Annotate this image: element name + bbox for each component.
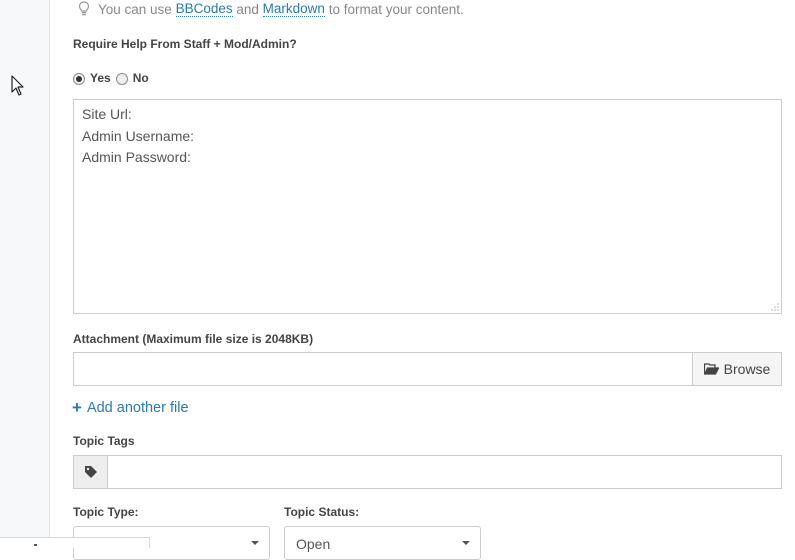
topic-status-value: Open xyxy=(296,536,331,552)
hint-prefix: You can use xyxy=(98,1,176,17)
hint-middle: and xyxy=(232,1,263,17)
add-another-file-link[interactable]: + Add another file xyxy=(72,399,189,416)
resize-grip-icon[interactable] xyxy=(771,303,779,311)
require-help-label: Require Help From Staff + Mod/Admin? xyxy=(73,37,297,51)
content-textarea[interactable]: Site Url: Admin Username: Admin Password… xyxy=(73,99,782,314)
hint-suffix: to format your content. xyxy=(324,1,464,17)
attachment-file-input[interactable]: Browse xyxy=(73,352,782,386)
radio-yes-label[interactable]: Yes xyxy=(90,71,111,85)
tag-addon xyxy=(74,456,108,488)
format-hint: You can use BBCodes and Markdown to form… xyxy=(78,1,464,17)
left-sidebar-gutter xyxy=(0,0,50,548)
lightbulb-icon xyxy=(78,1,90,16)
attachment-label: Attachment (Maximum file size is 2048KB) xyxy=(73,332,314,346)
radio-no[interactable] xyxy=(115,73,128,85)
topic-status-select[interactable]: Open xyxy=(284,526,481,560)
bbcodes-link[interactable]: BBCodes xyxy=(175,1,233,17)
caret-down-icon xyxy=(251,541,259,545)
browse-button[interactable]: Browse xyxy=(692,353,781,385)
strip-marker xyxy=(34,544,37,546)
topic-status-label: Topic Status: xyxy=(284,505,360,519)
content-line: Admin Username: xyxy=(82,127,195,144)
bottom-status-strip xyxy=(0,537,150,548)
topic-tags-input-group xyxy=(73,455,782,489)
tag-icon xyxy=(84,466,97,478)
topic-tags-input[interactable] xyxy=(108,456,781,488)
topic-tags-label: Topic Tags xyxy=(73,434,135,448)
folder-open-icon xyxy=(703,363,719,375)
markdown-link[interactable]: Markdown xyxy=(262,1,325,17)
browse-label: Browse xyxy=(723,361,771,377)
mouse-cursor-icon xyxy=(11,75,24,96)
radio-yes[interactable] xyxy=(73,73,85,85)
radio-no-label[interactable]: No xyxy=(133,71,149,85)
caret-down-icon xyxy=(462,541,470,545)
content-line: Site Url: xyxy=(82,106,132,122)
topic-type-label: Topic Type: xyxy=(73,505,139,519)
plus-icon: + xyxy=(72,398,82,417)
content-line: Admin Password: xyxy=(82,149,191,165)
add-another-file-label: Add another file xyxy=(86,399,189,416)
require-help-radio-group: Yes No xyxy=(73,70,151,85)
